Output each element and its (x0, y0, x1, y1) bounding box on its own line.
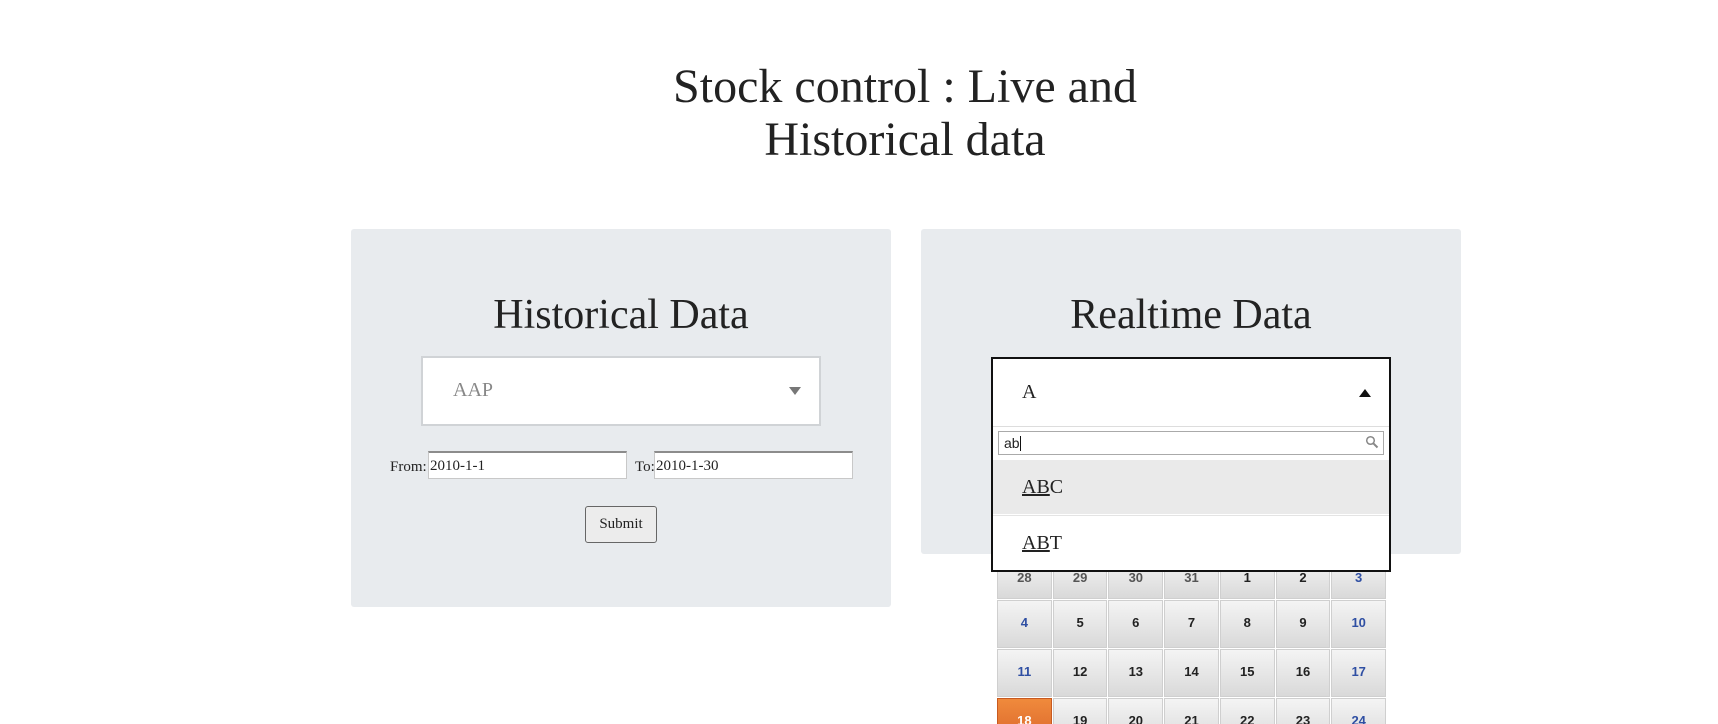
realtime-symbol-value: A (1022, 381, 1037, 403)
calendar-day[interactable]: 4 (997, 600, 1052, 648)
historical-title: Historical Data (493, 292, 749, 338)
to-label: To: (635, 459, 655, 475)
calendar-week: 4 5 6 7 8 9 10 (997, 600, 1387, 649)
dropdown-divider (993, 426, 1389, 427)
from-label: From: (390, 459, 427, 475)
chevron-down-icon (789, 387, 801, 395)
calendar-day[interactable]: 24 (1331, 698, 1387, 724)
calendar-day[interactable]: 5 (1052, 600, 1108, 648)
calendar-day[interactable]: 10 (1331, 600, 1387, 648)
calendar-day[interactable]: 19 (1052, 698, 1108, 724)
option-match-text: AB (1022, 476, 1050, 498)
calendar-week: 11 12 13 14 15 16 17 (997, 649, 1387, 698)
calendar-day[interactable]: 23 (1275, 698, 1331, 724)
calendar-day[interactable]: 20 (1108, 698, 1164, 724)
calendar-day[interactable]: 16 (1275, 649, 1331, 697)
calendar-day[interactable]: 17 (1331, 649, 1387, 697)
calendar-day[interactable]: 9 (1275, 600, 1331, 648)
calendar-day[interactable]: 22 (1219, 698, 1275, 724)
to-date-input[interactable]: 2010-1-30 (654, 451, 853, 479)
calendar-day-today[interactable]: 18 (997, 698, 1052, 724)
calendar-day[interactable]: 21 (1164, 698, 1219, 724)
historical-symbol-select[interactable]: AAP (421, 356, 821, 426)
page: Stock control : Live and Historical data… (0, 0, 1718, 724)
page-title-line-1: Stock control : Live and (673, 60, 1137, 113)
calendar-day[interactable]: 8 (1219, 600, 1275, 648)
calendar-week: 18 19 20 21 22 23 24 (997, 698, 1387, 724)
chevron-up-icon (1359, 389, 1371, 397)
calendar-day[interactable]: 7 (1164, 600, 1219, 648)
calendar-day[interactable]: 11 (997, 649, 1052, 697)
historical-panel: Historical Data AAP From: 2010-1-1 To: 2… (351, 229, 891, 607)
realtime-title: Realtime Data (1070, 292, 1312, 338)
from-date-input[interactable]: 2010-1-1 (428, 451, 627, 479)
calendar-day[interactable]: 14 (1164, 649, 1219, 697)
page-title-line-2: Historical data (764, 113, 1046, 166)
dropdown-option[interactable]: ABC (993, 460, 1389, 514)
text-cursor (1019, 436, 1021, 451)
page-title: Stock control : Live and Historical data (0, 60, 1718, 166)
option-match-text: AB (1022, 532, 1050, 554)
option-rest-text: C (1049, 476, 1064, 498)
calendar-day[interactable]: 15 (1219, 649, 1275, 697)
calendar-day[interactable]: 13 (1108, 649, 1164, 697)
search-text: ab (1004, 435, 1020, 451)
historical-symbol-value: AAP (453, 379, 494, 401)
calendar-day[interactable]: 12 (1052, 649, 1108, 697)
realtime-symbol-dropdown[interactable]: A ab ABC ABT (991, 357, 1391, 572)
calendar-grid: 28 29 30 31 1 2 3 4 5 6 7 8 9 10 11 12 1… (997, 558, 1387, 724)
option-rest-text: T (1049, 532, 1063, 554)
search-icon (1365, 435, 1379, 449)
calendar-day[interactable]: 6 (1108, 600, 1164, 648)
submit-button[interactable]: Submit (585, 506, 657, 543)
dropdown-search-input[interactable]: ab (998, 431, 1384, 455)
dropdown-option[interactable]: ABT (993, 515, 1389, 569)
